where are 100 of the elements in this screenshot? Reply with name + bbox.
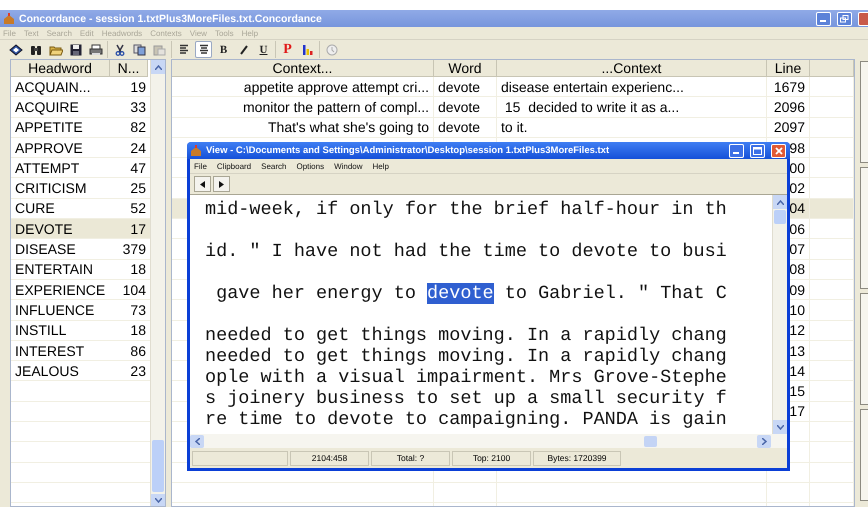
line-cell: 2097 <box>774 119 805 136</box>
paste-icon <box>153 44 166 56</box>
context-row[interactable]: That's what she's going to devote to it. 2097 <box>172 118 854 138</box>
menu-item[interactable]: Search <box>261 162 286 170</box>
context-row[interactable]: monitor the pattern of compl... devote 15 decided to write it as a... 2096 <box>172 97 854 118</box>
status-panel: Total: ? <box>371 450 450 466</box>
print-icon <box>88 44 102 56</box>
restore-button[interactable] <box>837 12 852 26</box>
clock-icon <box>326 44 338 56</box>
column-header[interactable]: Line <box>767 60 810 77</box>
back-button[interactable] <box>194 176 211 192</box>
headword-cell-text: INSTILL <box>14 322 68 338</box>
toolbar-button[interactable]: B <box>215 41 232 58</box>
headword-cell-text: JEALOUS <box>14 362 80 379</box>
context-cell-text: 15 decided to write it as a... <box>504 98 680 115</box>
count-cell-text: 52 <box>129 200 147 216</box>
binoculars-icon <box>30 44 42 56</box>
word-cell: devote <box>438 98 480 115</box>
app-icon <box>190 144 202 156</box>
line-cell: 07 <box>789 241 805 258</box>
count-cell-text: 82 <box>129 119 147 136</box>
column-header[interactable]: Word <box>434 60 497 77</box>
column-header[interactable]: N... <box>110 60 148 77</box>
text-line: re time to devote to campaigning. PANDA is gain <box>205 409 728 430</box>
close-button[interactable] <box>858 12 868 26</box>
text-line: needed to get things moving. In a rapidly chang <box>205 346 728 367</box>
menu-item[interactable]: Options <box>296 162 324 170</box>
line-cell: 17 <box>789 403 805 420</box>
scissors-icon <box>114 44 126 56</box>
vertical-scrollbar[interactable] <box>772 195 787 434</box>
line-cell: 06 <box>789 220 805 237</box>
headword-cell-text: ACQUAIN... <box>14 78 92 95</box>
diamond-icon <box>8 44 22 56</box>
status-panel: Top: 2100 <box>452 450 531 466</box>
headword-cell-text: INFLUENCE <box>14 302 96 318</box>
side-tab[interactable] <box>860 409 868 501</box>
headword-cell-text: EXPERIENCE <box>14 282 106 298</box>
line-cell: 08 <box>789 261 805 278</box>
side-tab[interactable] <box>860 293 868 405</box>
count-cell-text: 24 <box>129 140 147 156</box>
scroll-thumb[interactable] <box>774 210 786 224</box>
context-cell: monitor the pattern of compl... <box>243 98 429 115</box>
line-cell: 2096 <box>774 98 805 115</box>
save-icon <box>70 44 82 56</box>
count-cell-text: 17 <box>129 220 147 237</box>
toolbar-button[interactable] <box>195 41 212 58</box>
line-cell: 12 <box>789 322 805 338</box>
text-line: mid-week, if only for the brief half-hour in th <box>205 199 728 220</box>
headword-cell-text: DISEASE <box>14 241 77 258</box>
count-cell-text: 379 <box>122 241 147 258</box>
headword-cell-text: APPROVE <box>14 140 84 156</box>
menu-item[interactable]: File <box>194 162 207 170</box>
window-title: Concordance - session 1.txtPlus3MoreFiles.txt.Concordance <box>19 12 323 24</box>
context-cell: to it. <box>501 119 528 136</box>
menu-item[interactable]: Window <box>334 162 363 170</box>
left-triangle-icon <box>200 180 205 188</box>
column-header[interactable]: ...Context <box>497 60 767 77</box>
bar-chart-icon <box>302 44 313 56</box>
count-cell-text: 18 <box>129 322 147 338</box>
line-cell: 98 <box>789 140 805 156</box>
count-cell-text: 25 <box>129 180 147 196</box>
headword-cell-text: CURE <box>14 200 56 216</box>
side-tab[interactable] <box>860 61 868 163</box>
context-cell: That's what she's going to <box>268 119 429 136</box>
menu-item[interactable]: Clipboard <box>216 162 252 170</box>
count-cell-text: 18 <box>129 261 147 278</box>
line-cell: 00 <box>789 160 805 176</box>
folder-icon <box>48 44 62 56</box>
close-button[interactable] <box>771 144 786 158</box>
menu-item[interactable]: Help <box>372 162 389 170</box>
scroll-thumb[interactable] <box>644 436 657 446</box>
forward-button[interactable] <box>213 176 230 192</box>
minimize-button[interactable] <box>816 12 831 26</box>
count-cell-text: 47 <box>129 160 147 176</box>
close-icon <box>774 146 782 154</box>
app-icon <box>3 12 15 24</box>
horizontal-scrollbar[interactable] <box>190 434 787 448</box>
text-line: id. " I have not had the time to devote to busi <box>205 241 728 262</box>
line-cell: 09 <box>789 282 805 298</box>
side-tab[interactable] <box>860 167 868 289</box>
maximize-button[interactable] <box>750 144 765 158</box>
toolbar-button[interactable]: P <box>279 41 296 58</box>
vertical-scrollbar[interactable] <box>150 60 165 506</box>
line-cell: 14 <box>789 362 805 379</box>
line-cell: 13 <box>789 342 805 358</box>
scroll-thumb[interactable] <box>152 440 164 492</box>
word-cell: devote <box>438 119 480 136</box>
column-header[interactable]: Context... <box>172 60 434 77</box>
restore-icon <box>840 14 849 22</box>
line-cell: 10 <box>789 302 805 318</box>
italic-icon <box>238 44 248 54</box>
right-triangle-icon <box>219 180 224 188</box>
context-row[interactable]: appetite approve attempt cri... devote disease entertain experienc... 1679 <box>172 77 854 98</box>
minimize-button[interactable] <box>729 144 744 158</box>
column-header[interactable]: Headword <box>11 60 110 77</box>
headword-cell-text: ACQUIRE <box>14 98 80 115</box>
headword-cell-text: ATTEMPT <box>14 160 80 176</box>
headword-cell-text: ENTERTAIN <box>14 261 94 278</box>
toolbar-button[interactable]: U <box>255 41 272 58</box>
headword-row[interactable]: DEVOTE 17 <box>11 219 150 240</box>
